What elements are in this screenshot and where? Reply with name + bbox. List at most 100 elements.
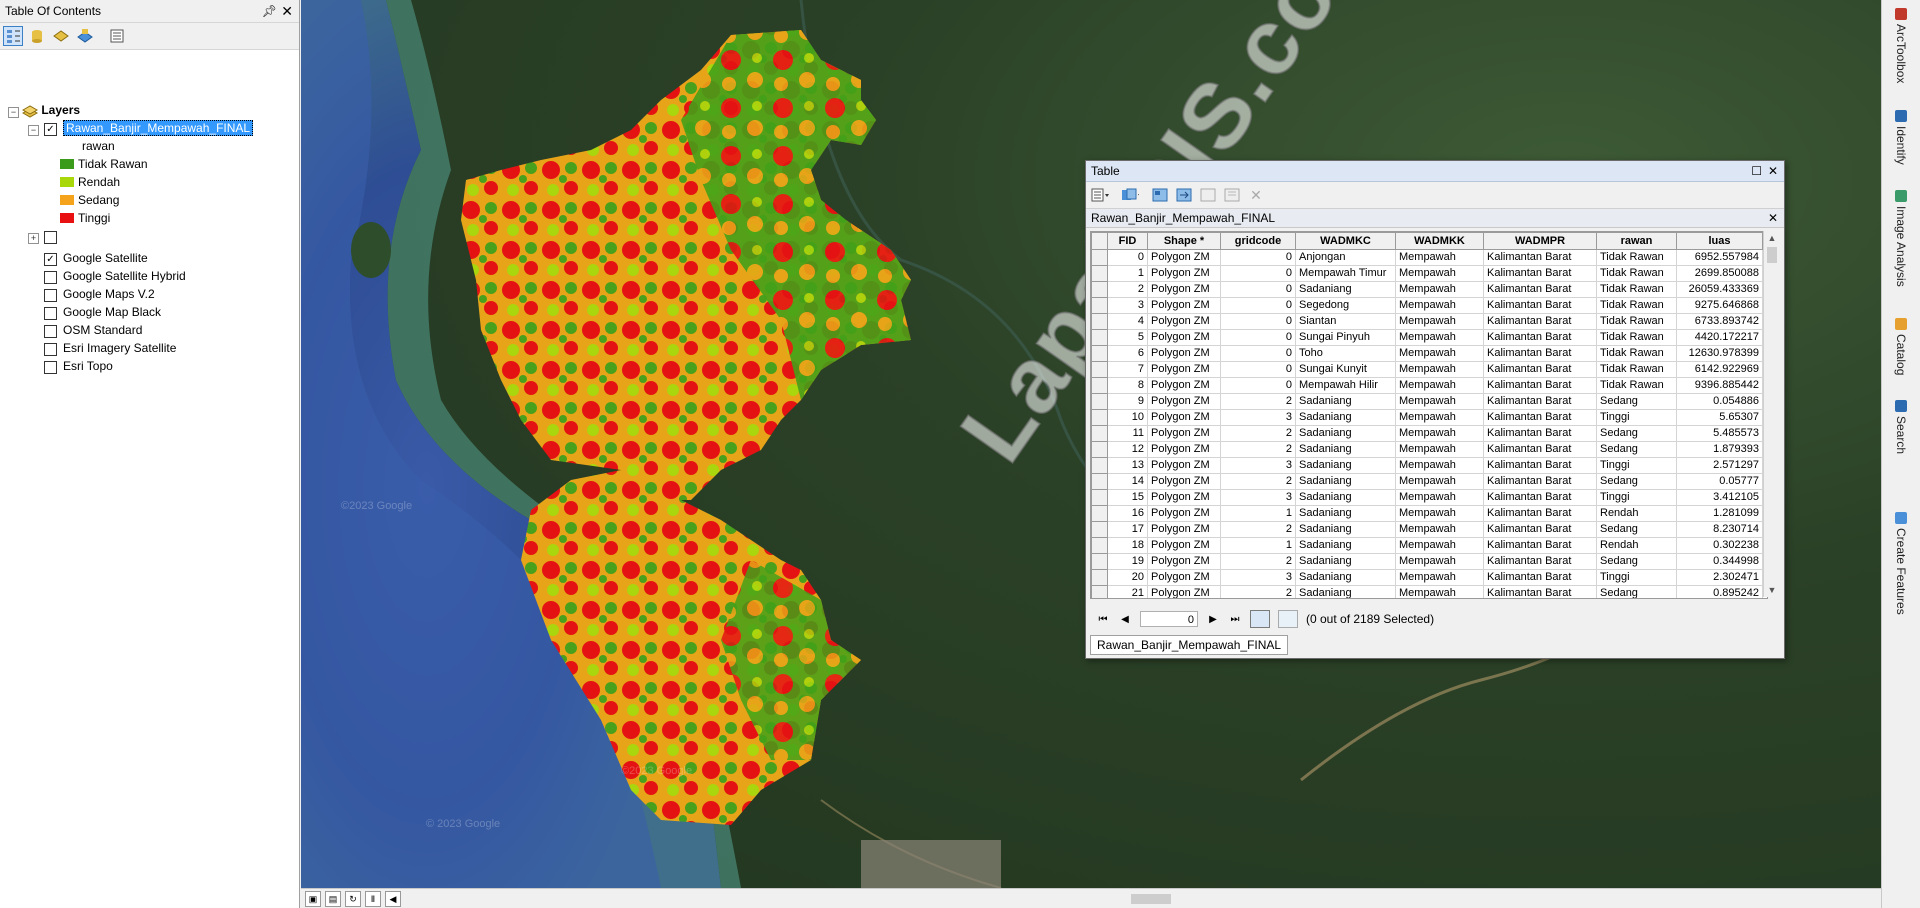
table-cell[interactable]: Mempawah	[1395, 473, 1484, 490]
table-cell[interactable]: 3	[1220, 409, 1296, 426]
table-cell[interactable]: 5.485573	[1676, 425, 1763, 442]
row-selector[interactable]	[1091, 329, 1108, 346]
record-number-input[interactable]: 0	[1140, 611, 1198, 627]
layout-view-icon[interactable]: ▤	[325, 890, 341, 907]
table-cell[interactable]: 6	[1107, 345, 1148, 362]
scroll-left-icon[interactable]: ◀	[385, 890, 401, 907]
table-cell[interactable]: Kalimantan Barat	[1483, 313, 1597, 330]
table-cell[interactable]: 0	[1220, 265, 1296, 282]
table-cell[interactable]: 0	[1107, 249, 1148, 266]
basemap-checkbox[interactable]	[44, 289, 57, 302]
table-cell[interactable]: Kalimantan Barat	[1483, 377, 1597, 394]
table-cell[interactable]: 2	[1107, 281, 1148, 298]
table-cell[interactable]: Mempawah	[1395, 281, 1484, 298]
table-cell[interactable]: Kalimantan Barat	[1483, 585, 1597, 598]
table-cell[interactable]: Tidak Rawan	[1596, 329, 1677, 346]
related-tables-icon[interactable]	[1121, 187, 1139, 203]
next-record-icon[interactable]: ▶	[1206, 614, 1220, 625]
table-vertical-scrollbar[interactable]: ▲ ▼	[1763, 231, 1780, 597]
table-cell[interactable]: Mempawah	[1395, 457, 1484, 474]
table-cell[interactable]: 9396.885442	[1676, 377, 1763, 394]
table-cell[interactable]: Mempawah Timur	[1295, 265, 1396, 282]
table-cell[interactable]: Kalimantan Barat	[1483, 473, 1597, 490]
copy-selected-icon[interactable]	[1223, 187, 1241, 203]
table-cell[interactable]: Kalimantan Barat	[1483, 441, 1597, 458]
basemap-layer-label[interactable]: Google Satellite Hybrid	[63, 267, 186, 285]
table-cell[interactable]: 0.344998	[1676, 553, 1763, 570]
table-cell[interactable]: 6733.893742	[1676, 313, 1763, 330]
table-cell[interactable]: 0.054886	[1676, 393, 1763, 410]
table-cell[interactable]: Kalimantan Barat	[1483, 457, 1597, 474]
table-cell[interactable]: Tinggi	[1596, 569, 1677, 586]
switch-selection-icon[interactable]	[1175, 187, 1193, 203]
table-cell[interactable]: 0	[1220, 281, 1296, 298]
table-cell[interactable]: Mempawah	[1395, 441, 1484, 458]
table-cell[interactable]: 0	[1220, 377, 1296, 394]
table-cell[interactable]: Sadaniang	[1295, 393, 1396, 410]
row-selector[interactable]	[1091, 361, 1108, 378]
table-cell[interactable]: Polygon ZM	[1147, 297, 1221, 314]
select-by-attributes-icon[interactable]	[1151, 187, 1169, 203]
table-cell[interactable]: Kalimantan Barat	[1483, 361, 1597, 378]
table-cell[interactable]: Tidak Rawan	[1596, 281, 1677, 298]
column-header[interactable]: WADMKC	[1295, 232, 1396, 250]
dock-tab-identify[interactable]: Identify	[1888, 110, 1914, 165]
table-row[interactable]: 17 Polygon ZM 2 Sadaniang Mempawah Kalimantan…	[1091, 521, 1763, 538]
table-cell[interactable]: 10	[1107, 409, 1148, 426]
row-selector[interactable]	[1091, 377, 1108, 394]
row-selector[interactable]	[1091, 473, 1108, 490]
table-cell[interactable]: Sadaniang	[1295, 553, 1396, 570]
table-cell[interactable]: Tinggi	[1596, 489, 1677, 506]
table-cell[interactable]: Sadaniang	[1295, 441, 1396, 458]
table-cell[interactable]: Kalimantan Barat	[1483, 249, 1597, 266]
table-cell[interactable]: 0.895242	[1676, 585, 1763, 598]
table-cell[interactable]: 3.412105	[1676, 489, 1763, 506]
expand-icon[interactable]: +	[28, 233, 39, 244]
table-options-icon[interactable]	[1091, 187, 1109, 203]
layer-visibility-checkbox[interactable]: ✓	[44, 123, 57, 136]
row-selector[interactable]	[1091, 537, 1108, 554]
row-selector[interactable]	[1091, 297, 1108, 314]
table-cell[interactable]: Sadaniang	[1295, 585, 1396, 598]
table-cell[interactable]: Polygon ZM	[1147, 393, 1221, 410]
basemap-layer-label[interactable]: OSM Standard	[63, 321, 142, 339]
previous-record-icon[interactable]: ◀	[1118, 614, 1132, 625]
table-cell[interactable]: Polygon ZM	[1147, 537, 1221, 554]
table-cell[interactable]: Polygon ZM	[1147, 553, 1221, 570]
table-cell[interactable]: Mempawah	[1395, 313, 1484, 330]
row-selector[interactable]	[1091, 441, 1108, 458]
table-cell[interactable]: Sadaniang	[1295, 521, 1396, 538]
table-cell[interactable]: 1	[1107, 265, 1148, 282]
refresh-icon[interactable]: ↻	[345, 890, 361, 907]
column-header[interactable]: gridcode	[1220, 232, 1296, 250]
table-cell[interactable]: 0	[1220, 313, 1296, 330]
list-by-drawing-order-icon[interactable]	[3, 26, 23, 46]
table-cell[interactable]: Polygon ZM	[1147, 521, 1221, 538]
table-row[interactable]: 9 Polygon ZM 2 Sadaniang Mempawah Kalimantan …	[1091, 393, 1763, 410]
table-title-bar[interactable]: Table ☐ ✕	[1086, 161, 1784, 182]
row-selector[interactable]	[1091, 313, 1108, 330]
table-cell[interactable]: Sungai Pinyuh	[1295, 329, 1396, 346]
table-cell[interactable]: Tinggi	[1596, 409, 1677, 426]
table-cell[interactable]: Sedang	[1596, 585, 1677, 598]
last-record-icon[interactable]: ⏭	[1228, 614, 1242, 625]
table-cell[interactable]: 2.571297	[1676, 457, 1763, 474]
table-row[interactable]: 0 Polygon ZM 0 Anjongan Mempawah Kalimantan B…	[1091, 249, 1763, 266]
table-cell[interactable]: Mempawah Hilir	[1295, 377, 1396, 394]
row-selector-header[interactable]	[1091, 232, 1108, 250]
table-cell[interactable]: 2	[1220, 521, 1296, 538]
table-cell[interactable]: 0	[1220, 329, 1296, 346]
table-cell[interactable]: 26059.433369	[1676, 281, 1763, 298]
table-cell[interactable]: Kalimantan Barat	[1483, 569, 1597, 586]
table-row[interactable]: 13 Polygon ZM 3 Sadaniang Mempawah Kalimantan…	[1091, 457, 1763, 474]
table-cell[interactable]: Polygon ZM	[1147, 265, 1221, 282]
table-cell[interactable]: Mempawah	[1395, 537, 1484, 554]
table-row[interactable]: 20 Polygon ZM 3 Sadaniang Mempawah Kalimantan…	[1091, 569, 1763, 586]
table-cell[interactable]: 2	[1220, 553, 1296, 570]
table-cell[interactable]: 1	[1220, 537, 1296, 554]
row-selector[interactable]	[1091, 409, 1108, 426]
row-selector[interactable]	[1091, 393, 1108, 410]
scroll-thumb[interactable]	[1131, 894, 1171, 904]
table-row[interactable]: 8 Polygon ZM 0 Mempawah Hilir Mempawah Kalima…	[1091, 377, 1763, 394]
table-cell[interactable]: Sadaniang	[1295, 409, 1396, 426]
